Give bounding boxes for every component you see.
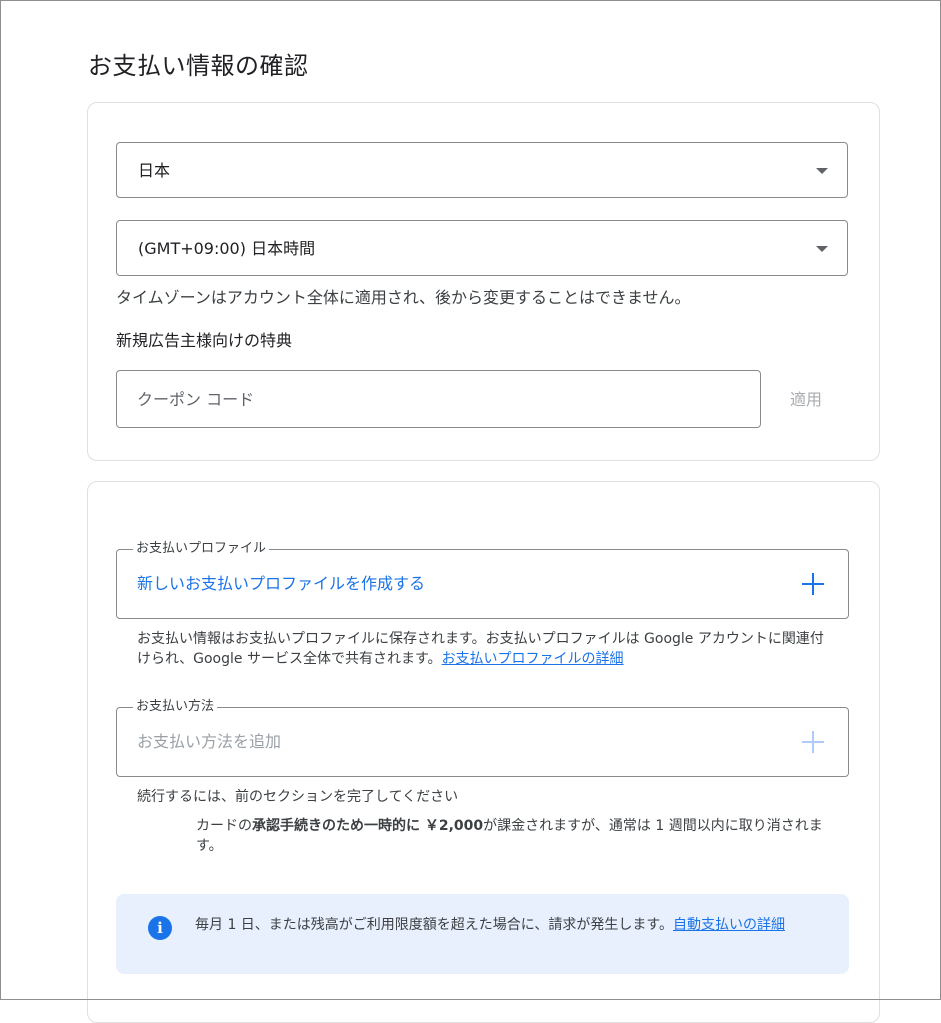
dropdown-arrow-icon [816,246,828,252]
billing-info-message: 毎月 1 日、または残高がご利用限度額を超えた場合に、請求が発生します。 [195,917,673,933]
auto-payment-details-link[interactable]: 自動支払いの詳細 [673,917,785,933]
payment-method-field[interactable]: お支払い方法 お支払い方法を追加 [116,698,849,777]
timezone-select[interactable]: (GMT+09:00) 日本時間 [116,220,848,276]
timezone-helper-text: タイムゾーンはアカウント全体に適用され、後から変更することはできません。 [116,288,691,307]
country-value: 日本 [138,161,171,180]
payment-profile-details-link[interactable]: お支払いプロファイルの詳細 [442,651,624,667]
billing-info-banner: i 毎月 1 日、または残高がご利用限度額を超えた場合に、請求が発生します。自動… [116,894,849,974]
country-select[interactable]: 日本 [116,142,848,198]
coupon-code-input[interactable] [116,370,761,428]
payment-profile-description: お支払い情報はお支払いプロファイルに保存されます。お支払いプロファイルは Goo… [137,629,837,669]
billing-info-text: 毎月 1 日、または残高がご利用限度額を超えた場合に、請求が発生します。自動支払… [195,915,823,935]
authorization-charge-note: カードの承認手続きのため一時的に ￥2,000が課金されますが、通常は 1 週間… [196,816,844,856]
charge-note-bold: 承認手続きのため一時的に ￥2,000 [252,818,484,834]
info-icon: i [148,916,172,940]
apply-coupon-button[interactable]: 適用 [776,380,836,416]
payment-profile-field[interactable]: お支払いプロファイル 新しいお支払いプロファイルを作成する [116,540,849,619]
plus-icon [802,731,824,753]
timezone-value: (GMT+09:00) 日本時間 [138,239,316,258]
create-payment-profile-label: 新しいお支払いプロファイルを作成する [137,574,426,593]
dropdown-arrow-icon [816,168,828,174]
promo-heading: 新規広告主様向けの特典 [116,331,293,350]
payment-method-helper: 続行するには、前のセクションを完了してください [137,789,459,805]
plus-icon [802,573,824,595]
page-title: お支払い情報の確認 [88,52,309,80]
add-payment-method-label: お支払い方法を追加 [137,732,282,751]
charge-note-prefix: カードの [196,818,252,834]
